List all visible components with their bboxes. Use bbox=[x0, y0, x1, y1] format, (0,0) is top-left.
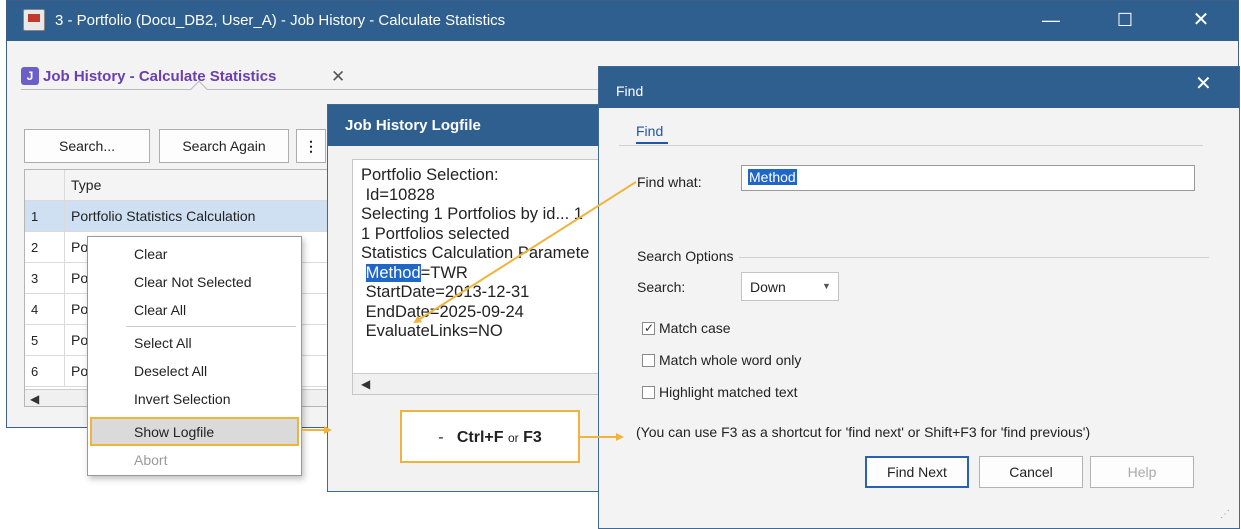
find-what-input[interactable]: Method bbox=[741, 165, 1195, 191]
search-direction-select[interactable]: Down ▼ bbox=[741, 272, 839, 301]
logfile-horizontal-scrollbar[interactable]: ◀ bbox=[353, 373, 601, 394]
context-menu: Clear Clear Not Selected Clear All Selec… bbox=[87, 236, 302, 476]
highlight-matched-checkbox[interactable] bbox=[642, 386, 655, 399]
tab-find[interactable]: Find bbox=[636, 123, 663, 139]
table-row[interactable]: 1 Portfolio Statistics Calculation bbox=[25, 201, 333, 232]
tab-label: Job History - Calculate Statistics bbox=[43, 68, 277, 85]
search-button[interactable]: Search... bbox=[24, 129, 150, 163]
find-dialog: Find ✕ Find Find what: Method Search Opt… bbox=[598, 66, 1240, 529]
resize-grip-icon[interactable]: ⋰ bbox=[1220, 509, 1230, 520]
chevron-down-icon: ▼ bbox=[822, 281, 831, 291]
match-whole-word-checkbox[interactable] bbox=[642, 354, 655, 367]
row-type: Po bbox=[71, 332, 89, 348]
window-title: 3 - Portfolio (Docu_DB2, User_A) - Job H… bbox=[55, 12, 506, 29]
match-case-checkbox[interactable] bbox=[642, 321, 655, 335]
row-type: Portfolio Statistics Calculation bbox=[71, 208, 256, 224]
tab-underline bbox=[636, 142, 668, 144]
search-options-divider bbox=[739, 257, 1209, 258]
menu-item-clear-not-selected[interactable]: Clear Not Selected bbox=[90, 269, 299, 296]
logfile-title-bar[interactable]: Job History Logfile bbox=[328, 105, 616, 146]
scroll-left-icon[interactable]: ◀ bbox=[30, 392, 39, 406]
menu-item-select-all[interactable]: Select All bbox=[90, 330, 299, 357]
search-options-label: Search Options bbox=[637, 248, 734, 264]
logfile-text: Portfolio Selection: Id=10828 Selecting … bbox=[361, 166, 590, 340]
shortcut-callout-text: - Ctrl+F or F3 bbox=[438, 429, 542, 446]
row-type: Po bbox=[71, 301, 89, 317]
app-icon bbox=[23, 9, 45, 31]
tab-divider bbox=[21, 89, 611, 90]
column-header-type[interactable]: Type bbox=[71, 177, 101, 193]
row-number-header bbox=[25, 170, 65, 200]
highlight-matched-label[interactable]: Highlight matched text bbox=[659, 384, 798, 400]
match-case-label[interactable]: Match case bbox=[659, 320, 731, 336]
close-button[interactable]: ✕ bbox=[1181, 5, 1221, 35]
row-number: 6 bbox=[25, 356, 65, 386]
row-number: 3 bbox=[25, 263, 65, 293]
tab-divider bbox=[619, 145, 1203, 146]
shortcut-callout: - Ctrl+F or F3 bbox=[400, 410, 580, 463]
title-bar[interactable]: 3 - Portfolio (Docu_DB2, User_A) - Job H… bbox=[7, 1, 1238, 41]
help-button: Help bbox=[1090, 456, 1194, 488]
menu-item-deselect-all[interactable]: Deselect All bbox=[90, 358, 299, 385]
row-number: 4 bbox=[25, 294, 65, 324]
row-number: 2 bbox=[25, 232, 65, 262]
grid-header: Type bbox=[25, 170, 333, 201]
find-next-button[interactable]: Find Next bbox=[865, 456, 969, 488]
scroll-left-icon[interactable]: ◀ bbox=[361, 377, 370, 391]
shortcut-hint: (You can use F3 as a shortcut for 'find … bbox=[636, 424, 1091, 440]
row-type: Po bbox=[71, 270, 89, 286]
menu-item-clear[interactable]: Clear bbox=[90, 241, 299, 268]
match-whole-word-label[interactable]: Match whole word only bbox=[659, 352, 801, 368]
maximize-button[interactable]: ☐ bbox=[1105, 5, 1145, 35]
row-number: 5 bbox=[25, 325, 65, 355]
logfile-content[interactable]: Portfolio Selection: Id=10828 Selecting … bbox=[352, 159, 602, 395]
more-options-button[interactable]: ⋮ bbox=[296, 129, 326, 163]
tab-close-icon[interactable]: ✕ bbox=[331, 67, 345, 87]
find-what-label: Find what: bbox=[637, 174, 702, 190]
menu-item-abort: Abort bbox=[134, 452, 168, 468]
row-type: Po bbox=[71, 363, 89, 379]
menu-item-invert-selection[interactable]: Invert Selection bbox=[90, 386, 299, 413]
find-title-bar[interactable]: Find ✕ bbox=[599, 67, 1239, 108]
menu-item-clear-all[interactable]: Clear All bbox=[90, 297, 299, 324]
row-number: 1 bbox=[25, 201, 65, 231]
cancel-button[interactable]: Cancel bbox=[979, 456, 1083, 488]
job-history-icon: J bbox=[21, 67, 39, 85]
menu-item-show-logfile[interactable]: Show Logfile bbox=[90, 417, 299, 446]
search-direction-label: Search: bbox=[637, 279, 686, 295]
search-again-button[interactable]: Search Again bbox=[159, 129, 289, 163]
row-type: Po bbox=[71, 239, 89, 255]
search-direction-value: Down bbox=[750, 279, 786, 295]
menu-separator bbox=[126, 326, 296, 327]
logfile-title: Job History Logfile bbox=[345, 117, 481, 134]
find-title: Find bbox=[616, 83, 644, 99]
find-close-icon[interactable]: ✕ bbox=[1195, 71, 1212, 96]
minimize-button[interactable]: — bbox=[1031, 5, 1071, 35]
highlighted-match: Method bbox=[365, 263, 421, 282]
find-what-value: Method bbox=[748, 169, 797, 185]
